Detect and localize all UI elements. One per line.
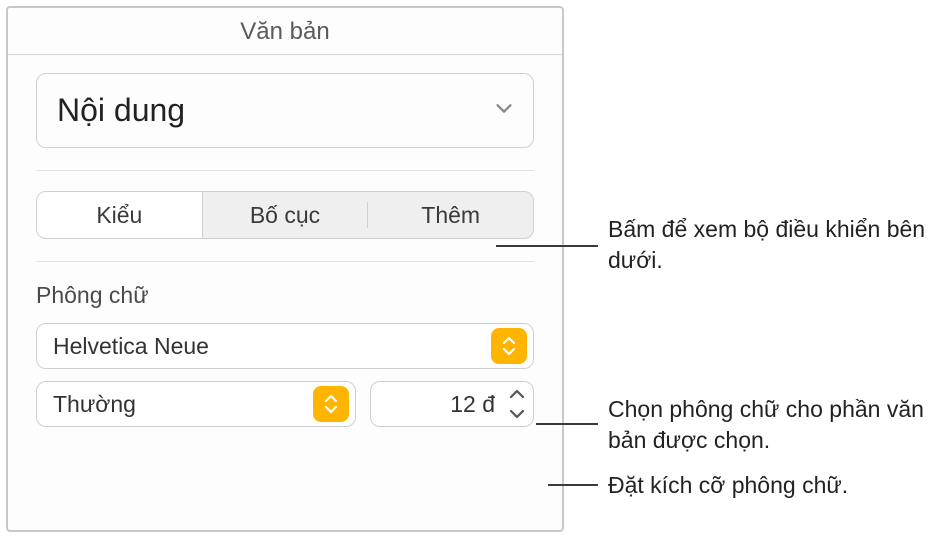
chevron-down-icon [493, 97, 515, 124]
font-size-value: 12 đ [385, 391, 503, 418]
font-section-label: Phông chữ [36, 282, 534, 309]
leader-line [496, 245, 598, 247]
stepper-up[interactable] [503, 385, 531, 403]
panel-title: Văn bản [8, 8, 562, 55]
font-family-value: Helvetica Neue [53, 333, 209, 360]
font-size-field[interactable]: 12 đ [370, 381, 534, 427]
text-inspector-panel: Văn bản Nội dung Kiểu Bố cục Thêm Phông … [6, 6, 564, 532]
divider [36, 170, 534, 171]
callout-tabs: Bấm để xem bộ điều khiển bên dưới. [608, 214, 928, 276]
callout-font: Chọn phông chữ cho phần văn bản được chọ… [608, 394, 938, 456]
paragraph-style-dropdown[interactable]: Nội dung [36, 73, 534, 148]
font-size-stepper [503, 382, 531, 426]
tab-more[interactable]: Thêm [368, 192, 533, 238]
updown-icon [313, 386, 349, 422]
tab-style[interactable]: Kiểu [37, 192, 203, 238]
stepper-down[interactable] [503, 405, 531, 423]
divider [36, 261, 534, 262]
updown-icon [491, 328, 527, 364]
tab-segmented-control: Kiểu Bố cục Thêm [36, 191, 534, 239]
paragraph-style-label: Nội dung [57, 92, 185, 129]
font-family-popup[interactable]: Helvetica Neue [36, 323, 534, 369]
leader-line [536, 423, 598, 425]
font-style-value: Thường [53, 391, 136, 418]
callout-size: Đặt kích cỡ phông chữ. [608, 470, 928, 501]
tab-layout[interactable]: Bố cục [203, 192, 368, 238]
leader-line [548, 484, 598, 486]
font-style-popup[interactable]: Thường [36, 381, 356, 427]
